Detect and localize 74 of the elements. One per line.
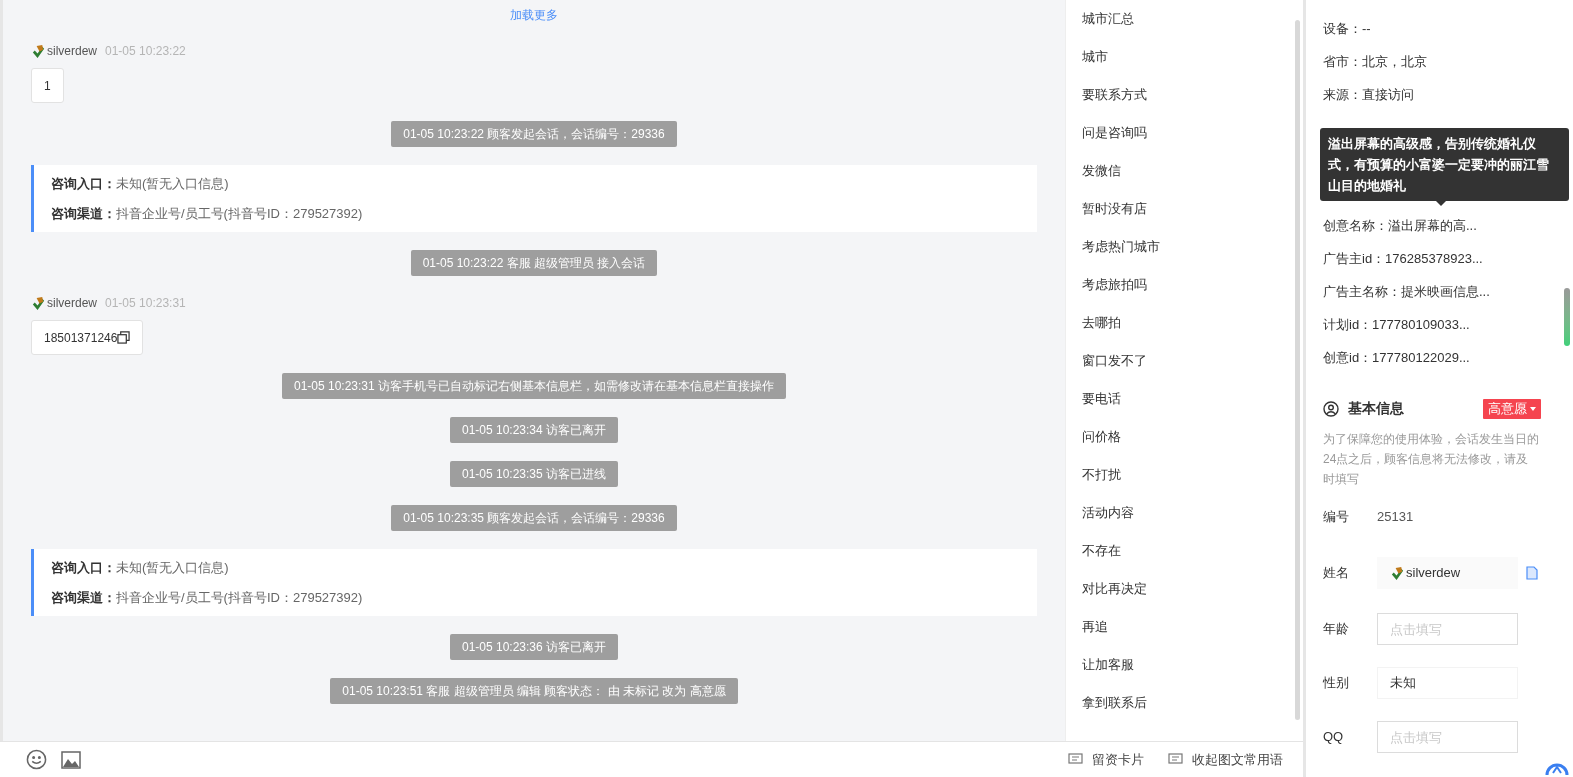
quick-phrase-item[interactable]: 要电话 (1082, 389, 1303, 427)
status-tag[interactable]: 高意愿 (1483, 398, 1541, 419)
system-notice: 01-05 10:23:22 客服 超级管理员 接入会话 (410, 250, 658, 276)
info-row-text: 创意id：177780122029... (1323, 349, 1471, 367)
quick-phrase-item[interactable]: 拿到联系后 (1082, 693, 1303, 731)
field-label: QQ (1323, 728, 1345, 747)
message-icon (1068, 753, 1083, 766)
message-bubble: 1 (31, 68, 64, 103)
quick-phrase-item[interactable]: 活动内容 (1082, 503, 1303, 541)
entry-value: 未知(暂无入口信息) (116, 559, 229, 577)
message-bubble: 18501371246 (31, 320, 144, 355)
field-label: 年龄 (1323, 620, 1350, 639)
info-row-text: 广告主id：176285378923... (1323, 250, 1484, 268)
field-label: 编号 (1323, 508, 1350, 527)
message-time: 01-05 10:23:31 (105, 295, 186, 312)
tooltip-pointer (1436, 201, 1446, 206)
system-notice: 01-05 10:23:35 顾客发起会话，会话编号：29336 (391, 505, 677, 531)
quick-phrase-item[interactable]: 考虑旅拍吗 (1082, 275, 1303, 313)
toolbar-action[interactable]: 留资卡片 (1068, 749, 1144, 770)
system-notice: 01-05 10:23:34 访客已离开 (449, 417, 619, 443)
field-value: 25131 (1377, 508, 1414, 527)
info-row-text: 广告主名称：提米映画信息... (1323, 283, 1491, 301)
quick-phrase-item[interactable]: 要联系方式 (1082, 85, 1303, 123)
field-label: 姓名 (1323, 564, 1350, 583)
quick-phrase-item[interactable]: 不打扰 (1082, 465, 1303, 503)
entry-label: 咨询入口： (51, 559, 116, 577)
sender-name: silverdew (47, 295, 97, 312)
message-icon (1168, 753, 1183, 766)
emoji-icon[interactable] (26, 749, 47, 770)
quick-phrase-item[interactable]: 再追 (1082, 617, 1303, 655)
quick-phrase-item[interactable]: 去哪拍 (1082, 313, 1303, 351)
toolbar-action[interactable]: 收起图文常用语 (1168, 749, 1283, 770)
info-row-text: 创意名称：溢出屏幕的高... (1323, 217, 1478, 235)
quick-phrase-item[interactable]: 让加客服 (1082, 655, 1303, 693)
scrollbar-thumb (1564, 288, 1570, 346)
avatar-icon (31, 295, 46, 311)
quick-phrase-item[interactable]: 窗口发不了 (1082, 351, 1303, 389)
avatar-icon (31, 43, 46, 59)
avatar-icon (1390, 565, 1405, 581)
message-time: 01-05 10:23:22 (105, 43, 186, 60)
quick-phrase-item[interactable]: 考虑热门城市 (1082, 237, 1303, 275)
image-icon[interactable] (61, 750, 81, 769)
quick-phrase-item[interactable]: 问价格 (1082, 427, 1303, 465)
name-field[interactable]: silverdew (1377, 557, 1518, 589)
entry-value: 抖音企业号/员工号(抖音号ID：279527392) (116, 588, 363, 607)
sender-name: silverdew (47, 43, 97, 60)
system-notice: 01-05 10:23:22 顾客发起会话，会话编号：29336 (391, 121, 677, 147)
copy-icon[interactable] (117, 331, 131, 344)
quick-phrase-item[interactable]: 问是咨询吗 (1082, 123, 1303, 161)
field-label: 性别 (1323, 674, 1350, 693)
entry-label: 咨询渠道： (51, 204, 116, 223)
info-row-text: 计划id：177780109033... (1323, 316, 1471, 334)
user-circle-icon (1323, 400, 1339, 417)
info-row-text: 省市：北京，北京 (1323, 53, 1428, 71)
quick-phrase-item[interactable]: 暂时没有店 (1082, 199, 1303, 237)
info-row-text: 来源：直接访问 (1323, 86, 1415, 104)
system-notice: 01-05 10:23:36 访客已离开 (449, 634, 619, 660)
entry-value: 抖音企业号/员工号(抖音号ID：279527392) (116, 204, 363, 223)
caret-icon (1530, 406, 1536, 411)
entry-label: 咨询渠道： (51, 588, 116, 607)
select-field[interactable]: 未知 (1377, 667, 1518, 699)
entry-label: 咨询入口： (51, 175, 116, 193)
section-title: 基本信息 (1348, 399, 1404, 418)
system-notice: 01-05 10:23:51 客服 超级管理员 编辑 顾客状态： 由 未标记 改为 高意愿 (330, 678, 738, 704)
quick-phrase-item[interactable]: 发微信 (1082, 161, 1303, 199)
system-notice: 01-05 10:23:31 访客手机号已自动标记右侧基本信息栏，如需修改请在基本信息栏直接操作 (281, 373, 787, 399)
system-notice: 01-05 10:23:35 访客已进线 (449, 461, 619, 487)
notice-text: 为了保障您的使用体验，会话发生当日的24点之后，顾客信息将无法修改，请及时填写 (1323, 431, 1540, 488)
entry-value: 未知(暂无入口信息) (116, 175, 229, 193)
quick-phrase-item[interactable]: 城市 (1082, 47, 1303, 85)
quick-phrase-item[interactable]: 城市汇总 (1082, 9, 1303, 47)
quick-phrase-item[interactable]: 对比再决定 (1082, 579, 1303, 617)
info-row-text: 设备：-- (1323, 20, 1372, 38)
quick-phrase-item[interactable]: 不存在 (1082, 541, 1303, 579)
